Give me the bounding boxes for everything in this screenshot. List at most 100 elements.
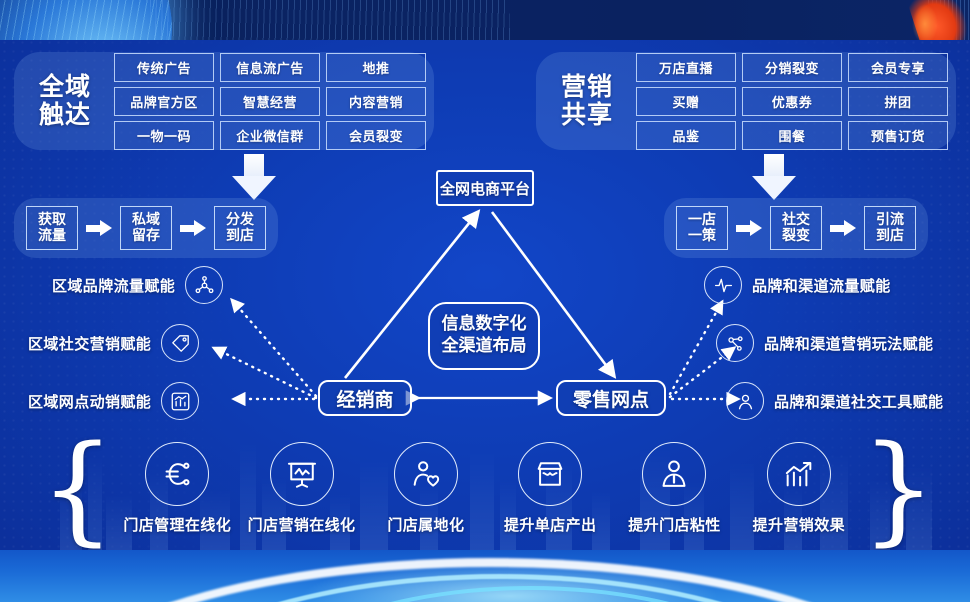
chain-step-line1: 私域 — [132, 212, 160, 228]
tag-chip[interactable]: 信息流广告 — [220, 52, 320, 82]
left-feature-row-2: 区域社交营销赋能 — [28, 324, 200, 362]
tag-chip[interactable]: 分销裂变 — [742, 52, 842, 82]
light-streaks — [150, 0, 510, 40]
feature-label: 区域社交营销赋能 — [28, 334, 152, 353]
outcome-label: 提升营销效果 — [752, 515, 845, 534]
arrow-shaft — [764, 154, 784, 178]
right-panel-title-line1: 营销 — [560, 72, 613, 101]
outcome-item[interactable]: 提升门店粘性 — [612, 441, 736, 535]
tag-chip[interactable]: 买赠 — [636, 86, 736, 116]
chain-step-line2: 到店 — [876, 228, 904, 245]
tag-chip[interactable]: 万店直播 — [636, 52, 736, 82]
chain-step-line1: 社交 — [782, 212, 810, 228]
outcome-label: 门店属地化 — [387, 515, 465, 534]
node-label: 全网电商平台 — [439, 179, 530, 198]
tag-chip[interactable]: 品牌官方区 — [114, 86, 214, 116]
euro-connect-icon — [145, 441, 210, 506]
chain-arrow-icon — [830, 220, 856, 237]
tag-chip[interactable]: 会员裂变 — [326, 120, 426, 150]
arrow-shaft — [244, 154, 264, 178]
node-label-line2: 全渠道布局 — [441, 336, 527, 356]
user-badge-icon — [642, 441, 707, 506]
feature-label: 品牌和渠道营销玩法赋能 — [764, 334, 934, 353]
tag-chip[interactable]: 智慧经营 — [220, 86, 320, 116]
right-feature-row-3: 品牌和渠道社交工具赋能 — [726, 382, 943, 420]
chain-arrow-icon — [180, 220, 206, 237]
node-digitalization-core[interactable]: 信息数字化 全渠道布局 — [428, 302, 540, 370]
chain-step-line1: 分发 — [226, 212, 254, 228]
earth-globe-graphic — [0, 0, 172, 40]
left-feature-row-3: 区域网点动销赋能 — [28, 382, 200, 420]
outcome-item[interactable]: 门店营销在线化 — [239, 441, 363, 535]
arrow-head — [232, 176, 276, 200]
bar-chart-icon — [161, 382, 200, 420]
outcome-label: 提升门店粘性 — [628, 515, 721, 534]
chain-step-line2: 到店 — [226, 228, 254, 245]
node-label: 经销商 — [336, 388, 394, 411]
chain-step[interactable]: 社交 裂变 — [770, 206, 822, 251]
chain-step[interactable]: 引流 到店 — [864, 206, 916, 251]
outcome-label: 提升单店产出 — [503, 515, 597, 534]
chain-step-line2: 裂变 — [782, 228, 810, 245]
node-label-line1: 信息数字化 — [441, 314, 527, 335]
chain-step-line2: 留存 — [132, 228, 160, 245]
tag-chip[interactable]: 内容营销 — [326, 86, 426, 116]
tag-chip[interactable]: 一物一码 — [114, 120, 214, 150]
outcome-label: 门店营销在线化 — [247, 515, 356, 534]
feature-label: 品牌和渠道社交工具赋能 — [774, 392, 944, 411]
left-panel-title-line1: 全域 — [38, 72, 91, 101]
share-nodes-icon — [716, 324, 754, 362]
network-nodes-icon — [185, 266, 224, 304]
left-flow-chain: 获取 流量 私域 留存 分发 到店 — [14, 198, 278, 259]
red-accent-graphic-secondary — [912, 4, 938, 40]
chain-arrow-icon — [86, 220, 112, 237]
storefront-icon — [518, 441, 583, 506]
user-circle-icon — [726, 382, 764, 420]
chain-arrow-icon — [736, 220, 762, 237]
chain-step-line2: 一策 — [688, 228, 716, 245]
down-arrow-left — [232, 154, 276, 200]
tag-chip[interactable]: 企业微信群 — [220, 120, 320, 150]
chain-step[interactable]: 分发 到店 — [214, 206, 266, 251]
node-retail-outlet[interactable]: 零售网点 — [556, 380, 666, 416]
presentation-chart-icon — [269, 441, 334, 506]
tag-chip[interactable]: 会员专享 — [848, 52, 948, 82]
left-panel-title-line2: 触达 — [38, 100, 91, 129]
brace-right: } — [860, 418, 937, 557]
left-panel-tag-grid: 传统广告 信息流广告 地推 品牌官方区 智慧经营 内容营销 一物一码 企业微信群… — [114, 52, 426, 150]
feature-label: 区域网点动销赋能 — [28, 392, 152, 411]
tag-chip[interactable]: 围餐 — [742, 120, 842, 150]
outcome-item[interactable]: 提升营销效果 — [737, 441, 861, 535]
left-capability-panel: 全域 触达 传统广告 信息流广告 地推 品牌官方区 智慧经营 内容营销 一物一码… — [14, 52, 434, 150]
right-panel-tag-grid: 万店直播 分销裂变 会员专享 买赠 优惠券 拼团 品鉴 围餐 预售订货 — [636, 52, 948, 150]
outcome-item[interactable]: 门店属地化 — [364, 441, 488, 535]
tag-chip[interactable]: 预售订货 — [848, 120, 948, 150]
tag-chip[interactable]: 地推 — [326, 52, 426, 82]
brace-left: { — [40, 418, 116, 557]
chain-step-line2: 流量 — [38, 228, 66, 245]
outcome-item[interactable]: 提升单店产出 — [488, 441, 612, 535]
tag-chip[interactable]: 品鉴 — [636, 120, 736, 150]
right-feature-row-1: 品牌和渠道流量赋能 — [704, 266, 891, 304]
node-dealer[interactable]: 经销商 — [318, 380, 412, 416]
tag-chip[interactable]: 传统广告 — [114, 52, 214, 82]
chain-step[interactable]: 一店 一策 — [676, 206, 728, 251]
chain-step-line1: 引流 — [876, 212, 904, 228]
arrow-head — [752, 176, 796, 200]
node-ecommerce-platform[interactable]: 全网电商平台 — [436, 170, 534, 206]
chain-step-line1: 获取 — [38, 212, 66, 228]
person-heart-icon — [393, 441, 458, 506]
chain-step[interactable]: 私域 留存 — [120, 206, 172, 251]
left-panel-title: 全域 触达 — [28, 73, 102, 129]
feature-label: 品牌和渠道流量赋能 — [752, 276, 891, 295]
price-tag-icon — [161, 324, 200, 362]
chain-step[interactable]: 获取 流量 — [26, 206, 78, 251]
right-panel-title-line2: 共享 — [560, 100, 613, 129]
right-capability-panel: 营销 共享 万店直播 分销裂变 会员专享 买赠 优惠券 拼团 品鉴 围餐 预售订… — [536, 52, 956, 150]
growth-chart-icon — [766, 441, 831, 506]
tag-chip[interactable]: 拼团 — [848, 86, 948, 116]
outcome-item[interactable]: 门店管理在线化 — [115, 441, 239, 535]
top-decorative-band — [0, 0, 970, 40]
tag-chip[interactable]: 优惠券 — [742, 86, 842, 116]
bottom-decorative-band — [0, 550, 970, 602]
